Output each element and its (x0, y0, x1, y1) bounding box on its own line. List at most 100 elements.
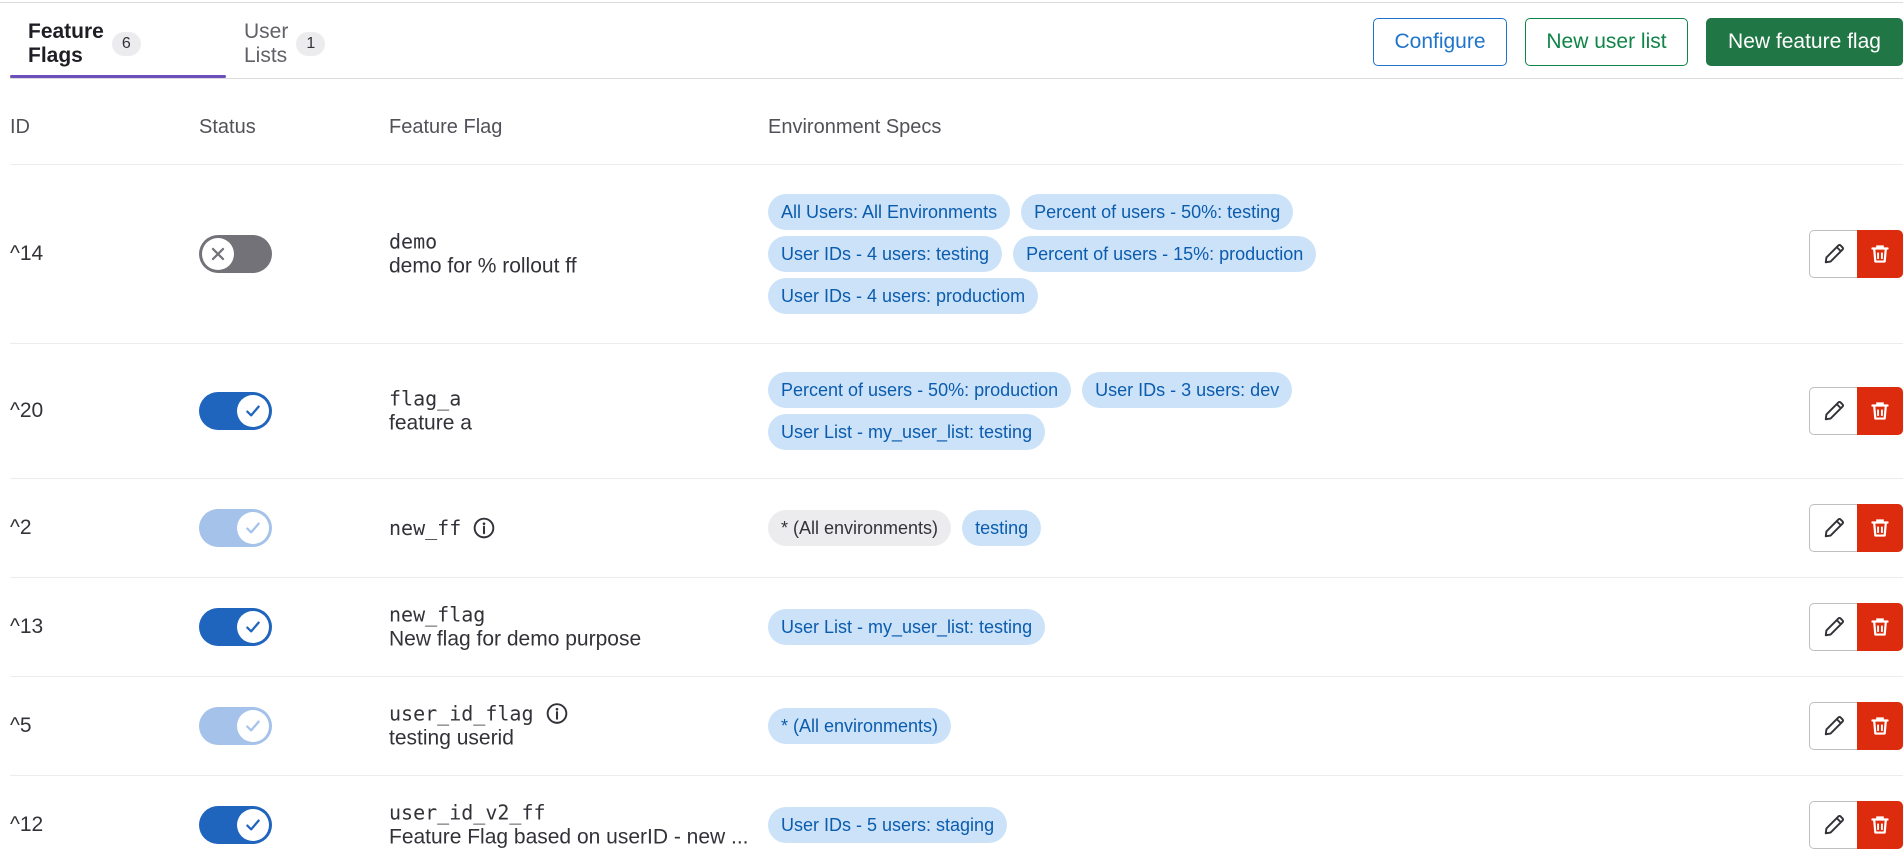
pencil-icon (1823, 243, 1845, 265)
delete-button[interactable] (1857, 387, 1903, 435)
configure-button[interactable]: Configure (1373, 18, 1507, 66)
pencil-icon (1823, 814, 1845, 836)
column-header-id: ID (10, 116, 30, 138)
pencil-icon (1823, 715, 1845, 737)
feature-flag-cell: user_id_flag testing userid (389, 702, 568, 751)
environment-spec-badge: All Users: All Environments (768, 194, 1011, 230)
check-icon (237, 512, 269, 544)
column-header-environment-specs: Environment Specs (768, 116, 942, 138)
status-toggle[interactable] (199, 392, 272, 430)
environment-spec-badge: Percent of users - 50%: testing (1021, 194, 1294, 230)
trash-icon (1869, 814, 1891, 836)
tab-feature-flags[interactable]: Feature Flags 6 (28, 10, 141, 78)
pencil-icon (1823, 616, 1845, 638)
feature-flag-name-row: flag_a (389, 387, 472, 411)
environment-spec-badge: User List - my_user_list: testing (768, 609, 1046, 645)
feature-flag-description: testing userid (389, 726, 514, 750)
column-header-status: Status (199, 116, 256, 138)
close-icon (202, 238, 234, 270)
feature-flag-name-row: new_ff (389, 516, 495, 540)
check-icon (237, 611, 269, 643)
row-actions (1809, 702, 1903, 750)
delete-button[interactable] (1857, 801, 1903, 849)
environment-specs: Percent of users - 50%: production User I… (768, 372, 1388, 450)
feature-flag-name-row: user_id_v2_ff (389, 801, 749, 825)
feature-flag-name: demo (389, 229, 438, 254)
feature-flag-name: user_id_v2_ff (389, 800, 546, 825)
flag-id: ^20 (10, 399, 44, 422)
environment-spec-badge: Percent of users - 50%: production (768, 372, 1072, 408)
top-divider (0, 2, 1903, 3)
environment-spec-badge: User IDs - 4 users: testing (768, 236, 1003, 272)
pencil-icon (1823, 517, 1845, 539)
environment-spec-badge: User IDs - 5 users: staging (768, 807, 1008, 843)
row-actions (1809, 801, 1903, 849)
environment-specs: User IDs - 5 users: staging (768, 807, 1388, 843)
flag-id: ^12 (10, 813, 44, 836)
table-header-divider (10, 164, 1903, 165)
edit-button[interactable] (1809, 603, 1857, 651)
trash-icon (1869, 400, 1891, 422)
environment-specs: User List - my_user_list: testing (768, 609, 1388, 645)
pencil-icon (1823, 400, 1845, 422)
tab-feature-flags-label: Feature Flags (28, 20, 104, 67)
feature-flag-name: user_id_flag (389, 701, 534, 726)
information-icon[interactable] (546, 703, 568, 725)
row-actions (1809, 603, 1903, 651)
row-divider (10, 343, 1903, 344)
status-toggle[interactable] (199, 235, 272, 273)
tab-feature-flags-count: 6 (111, 32, 141, 56)
new-user-list-button[interactable]: New user list (1525, 18, 1688, 66)
trash-icon (1869, 616, 1891, 638)
feature-flag-description: New flag for demo purpose (389, 627, 642, 651)
feature-flag-name: new_flag (389, 602, 486, 627)
edit-button[interactable] (1809, 387, 1857, 435)
status-toggle[interactable] (199, 509, 272, 547)
feature-flag-cell: new_ff (389, 516, 495, 540)
status-toggle[interactable] (199, 806, 272, 844)
row-divider (10, 577, 1903, 578)
delete-button[interactable] (1857, 702, 1903, 750)
status-toggle[interactable] (199, 608, 272, 646)
edit-button[interactable] (1809, 504, 1857, 552)
trash-icon (1869, 243, 1891, 265)
row-divider (10, 775, 1903, 776)
feature-flag-name-row: user_id_flag (389, 702, 568, 726)
row-actions (1809, 387, 1903, 435)
flag-id: ^5 (10, 714, 32, 737)
tab-user-lists-label: User Lists (244, 20, 289, 67)
environment-spec-badge: testing (962, 510, 1042, 546)
environment-spec-badge: Percent of users - 15%: production (1013, 236, 1317, 272)
flag-id: ^2 (10, 516, 32, 539)
new-feature-flag-button[interactable]: New feature flag (1706, 18, 1903, 66)
information-icon[interactable] (473, 517, 495, 539)
check-icon (237, 395, 269, 427)
environment-specs: * (All environments) (768, 708, 1388, 744)
feature-flag-cell: new_flag New flag for demo purpose (389, 603, 641, 652)
tabs-divider (10, 78, 1903, 79)
edit-button[interactable] (1809, 702, 1857, 750)
row-divider (10, 676, 1903, 677)
environment-spec-badge: User IDs - 3 users: dev (1082, 372, 1293, 408)
trash-icon (1869, 715, 1891, 737)
edit-button[interactable] (1809, 801, 1857, 849)
flag-id: ^13 (10, 615, 44, 638)
check-icon (237, 710, 269, 742)
delete-button[interactable] (1857, 603, 1903, 651)
environment-specs: * (All environments) testing (768, 510, 1388, 546)
tab-user-lists-count: 1 (296, 32, 326, 56)
row-divider (10, 478, 1903, 479)
status-toggle[interactable] (199, 707, 272, 745)
feature-flag-description: Feature Flag based on userID - new ... (389, 825, 749, 849)
feature-flag-cell: user_id_v2_ff Feature Flag based on userI… (389, 801, 749, 850)
environment-spec-badge: * (All environments) (768, 510, 952, 546)
edit-button[interactable] (1809, 230, 1857, 278)
check-icon (237, 809, 269, 841)
environment-spec-badge: User List - my_user_list: testing (768, 414, 1046, 450)
tab-user-lists[interactable]: User Lists 1 (244, 10, 326, 78)
delete-button[interactable] (1857, 230, 1903, 278)
environment-spec-badge: * (All environments) (768, 708, 952, 744)
feature-flag-cell: flag_a feature a (389, 387, 472, 436)
feature-flag-name-row: new_flag (389, 603, 641, 627)
delete-button[interactable] (1857, 504, 1903, 552)
